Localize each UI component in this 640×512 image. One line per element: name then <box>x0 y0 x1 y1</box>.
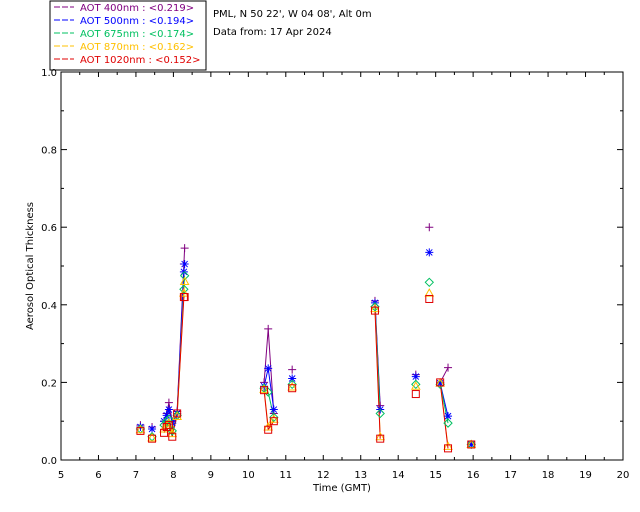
x-tick-label: 6 <box>95 470 101 481</box>
data-point <box>269 405 278 414</box>
y-tick-label: 1.0 <box>41 68 57 79</box>
x-tick-label: 13 <box>354 470 367 481</box>
data-point <box>288 374 297 383</box>
x-tick-label: 8 <box>170 470 176 481</box>
series-markers <box>135 223 477 453</box>
x-tick-label: 5 <box>58 470 64 481</box>
x-tick-label: 15 <box>429 470 442 481</box>
title-line-2: Data from: 17 Apr 2024 <box>213 27 332 38</box>
y-tick-label: 0.2 <box>41 378 57 389</box>
legend-entry: AOT 870nm : <0.162> <box>80 42 194 53</box>
legend-entry: AOT 1020nm : <0.152> <box>80 55 200 66</box>
y-tick-label: 0.4 <box>41 301 57 312</box>
data-point <box>424 277 435 288</box>
chart-title: PML, N 50 22', W 04 08', Alt 0m Data fro… <box>213 9 372 38</box>
x-axis: 5 6 7 8 9 10 11 12 13 14 15 16 17 18 19 20 <box>58 72 630 481</box>
series-line <box>374 310 381 439</box>
legend-entry: AOT 500nm : <0.194> <box>80 16 194 27</box>
x-tick-label: 10 <box>242 470 255 481</box>
data-point <box>164 398 173 407</box>
legend: AOT 400nm : <0.219> AOT 500nm : <0.194> AO… <box>49 0 207 71</box>
x-axis-label: Time (GMT) <box>312 483 371 494</box>
legend-entry: AOT 675nm : <0.174> <box>80 29 194 40</box>
title-line-1: PML, N 50 22', W 04 08', Alt 0m <box>213 9 372 20</box>
y-tick-label: 0.8 <box>41 146 57 157</box>
x-tick-label: 11 <box>279 470 292 481</box>
x-tick-label: 14 <box>392 470 405 481</box>
y-tick-label: 0.0 <box>41 456 57 467</box>
data-point <box>444 363 453 372</box>
data-point <box>425 248 434 257</box>
aot-chart: AOT 400nm : <0.219> AOT 500nm : <0.194> AO… <box>25 0 630 494</box>
x-tick-label: 19 <box>579 470 592 481</box>
data-point <box>148 424 157 433</box>
x-tick-label: 18 <box>542 470 555 481</box>
y-axis: 0.0 0.2 0.4 0.6 0.8 1.0 <box>41 68 623 467</box>
data-point <box>411 390 420 399</box>
data-point <box>164 405 173 414</box>
data-point <box>180 260 189 269</box>
x-tick-label: 20 <box>617 470 630 481</box>
x-tick-label: 7 <box>133 470 139 481</box>
legend-entry: AOT 400nm : <0.219> <box>80 3 194 14</box>
data-point <box>425 223 434 232</box>
data-point <box>180 244 189 253</box>
plot-frame <box>60 71 624 461</box>
x-tick-label: 9 <box>208 470 214 481</box>
data-point <box>264 364 273 373</box>
data-point <box>411 372 420 381</box>
data-point <box>264 324 273 333</box>
series-lines <box>163 248 449 449</box>
y-axis-label: Aerosol Optical Thickness <box>25 202 36 330</box>
x-tick-label: 12 <box>317 470 330 481</box>
x-tick-label: 17 <box>504 470 517 481</box>
data-point <box>288 365 297 374</box>
y-tick-label: 0.6 <box>41 223 57 234</box>
x-tick-label: 16 <box>467 470 480 481</box>
